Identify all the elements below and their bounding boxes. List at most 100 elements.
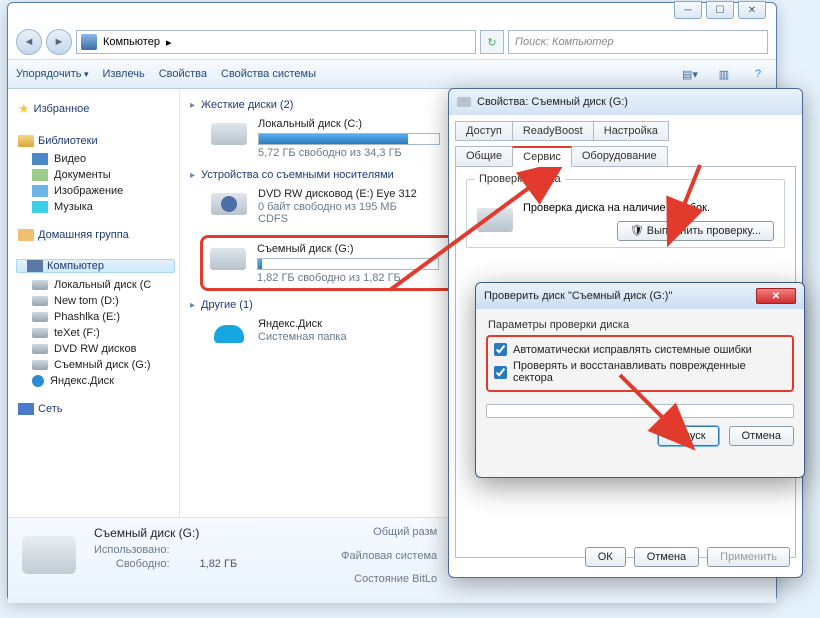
check-disk-dialog: Проверить диск "Съемный диск (G:)" ✕ Пар… <box>475 282 805 478</box>
sidebar-item-music[interactable]: Музыка <box>18 199 175 215</box>
search-placeholder: Поиск: Компьютер <box>515 36 614 48</box>
disk-icon <box>32 296 48 306</box>
disk-icon <box>32 328 48 338</box>
libraries-icon <box>18 135 34 147</box>
disk-icon <box>457 97 471 107</box>
refresh-button[interactable]: ↻ <box>480 30 504 54</box>
checkbox-scan-sectors[interactable] <box>494 366 507 379</box>
details-label: Файловая система <box>341 550 437 572</box>
sidebar-item-phashlka[interactable]: Phashlka (E:) <box>18 309 175 325</box>
check-options-legend: Параметры проверки диска <box>488 319 794 331</box>
sidebar-favorites[interactable]: ★Избранное <box>18 101 175 117</box>
optical-drive-icon <box>208 187 250 221</box>
search-input[interactable]: Поиск: Компьютер <box>508 30 768 54</box>
sidebar-item-yadisk[interactable]: Яндекс.Диск <box>18 373 175 389</box>
star-icon: ★ <box>18 101 30 117</box>
sidebar-item-video[interactable]: Видео <box>18 151 175 167</box>
nav-back-button[interactable]: ◄ <box>16 29 42 55</box>
removable-drive-icon <box>207 242 249 276</box>
opt-fix-errors[interactable]: Автоматически исправлять системные ошибк… <box>494 341 786 358</box>
apply-button[interactable]: Применить <box>707 547 790 567</box>
progress-bar <box>486 404 794 418</box>
details-label: Использовано: <box>94 544 170 556</box>
details-label: Свободно: <box>94 558 170 570</box>
network-icon <box>18 403 34 415</box>
details-drive-icon <box>22 526 80 584</box>
disk-icon <box>32 312 48 322</box>
group-legend: Проверка диска <box>475 173 565 185</box>
details-label: Общий разм <box>341 526 437 548</box>
tb-organize[interactable]: Упорядочить <box>16 68 89 80</box>
disk-check-icon <box>477 208 513 232</box>
close-button[interactable]: ✕ <box>756 288 796 304</box>
tb-props[interactable]: Свойства <box>159 68 207 80</box>
sidebar-libraries[interactable]: Библиотеки <box>18 135 175 147</box>
sidebar-item-texet[interactable]: teXet (F:) <box>18 325 175 341</box>
details-value: 1,82 ГБ <box>200 558 238 570</box>
check-disk-titlebar[interactable]: Проверить диск "Съемный диск (G:)" ✕ <box>476 283 804 309</box>
sidebar: ★Избранное Библиотеки Видео Документы Из… <box>8 89 180 517</box>
tab-general[interactable]: Общие <box>455 146 513 167</box>
hdd-icon <box>208 117 250 151</box>
run-check-button[interactable]: 🛡 Выполнить проверку... <box>617 221 774 241</box>
close-icon[interactable] <box>754 94 794 110</box>
preview-pane-button[interactable]: ▥ <box>714 64 734 84</box>
tb-sysprops[interactable]: Свойства системы <box>221 68 316 80</box>
tabs-row-1: Доступ ReadyBoost Настройка <box>449 115 802 140</box>
address-arrow: ▸ <box>166 36 172 49</box>
sidebar-homegroup[interactable]: Домашняя группа <box>18 229 175 241</box>
documents-icon <box>32 169 48 181</box>
tabs-row-2: Общие Сервис Оборудование <box>449 140 802 166</box>
images-icon <box>32 185 48 197</box>
sidebar-network[interactable]: Сеть <box>18 403 175 415</box>
details-label: Состояние BitLo <box>341 573 437 595</box>
disk-icon <box>32 280 48 290</box>
sidebar-item-images[interactable]: Изображение <box>18 183 175 199</box>
sidebar-item-dvd[interactable]: DVD RW дисков <box>18 341 175 357</box>
help-button[interactable]: ? <box>748 64 768 84</box>
yadisk-icon <box>32 375 44 387</box>
close-button[interactable]: ✕ <box>738 1 766 19</box>
view-mode-button[interactable]: ▤▾ <box>680 64 700 84</box>
tab-customize[interactable]: Настройка <box>593 121 669 141</box>
minimize-button[interactable]: ─ <box>674 1 702 19</box>
sidebar-item-newtom[interactable]: New tom (D:) <box>18 293 175 309</box>
video-icon <box>32 153 48 165</box>
maximize-button[interactable]: ☐ <box>706 1 734 19</box>
sidebar-item-removable-g[interactable]: Съемный диск (G:) <box>18 357 175 373</box>
disk-icon <box>32 360 48 370</box>
check-options-highlighted: Автоматически исправлять системные ошибк… <box>486 335 794 392</box>
tab-tools[interactable]: Сервис <box>512 146 572 167</box>
computer-icon <box>81 34 97 50</box>
sidebar-item-documents[interactable]: Документы <box>18 167 175 183</box>
cancel-button[interactable]: Отмена <box>729 426 794 446</box>
tab-readyboost[interactable]: ReadyBoost <box>512 121 594 141</box>
tab-hardware[interactable]: Оборудование <box>571 146 668 167</box>
address-bar[interactable]: Компьютер ▸ <box>76 30 476 54</box>
toolbar: Упорядочить Извлечь Свойства Свойства си… <box>8 59 776 89</box>
tab-access[interactable]: Доступ <box>455 121 513 141</box>
details-value <box>200 544 238 556</box>
properties-titlebar[interactable]: Свойства: Съемный диск (G:) <box>449 89 802 115</box>
ok-button[interactable]: ОК <box>585 547 626 567</box>
check-disk-group: Проверка диска Проверка диска на наличие… <box>466 179 785 248</box>
sidebar-item-local-c[interactable]: Локальный диск (C <box>18 277 175 293</box>
opt-scan-sectors[interactable]: Проверять и восстанавливать поврежденные… <box>494 358 786 386</box>
start-button[interactable]: Запуск <box>658 426 718 446</box>
capacity-bar <box>257 258 439 270</box>
check-desc: Проверка диска на наличие ошибок. <box>523 202 774 214</box>
address-text: Компьютер <box>103 36 160 48</box>
nav-forward-button[interactable]: ► <box>46 29 72 55</box>
checkbox-fix-errors[interactable] <box>494 343 507 356</box>
check-disk-title-text: Проверить диск "Съемный диск (G:)" <box>484 290 672 302</box>
sidebar-computer[interactable]: Компьютер <box>16 259 175 273</box>
optical-icon <box>32 344 48 354</box>
cancel-button[interactable]: Отмена <box>634 547 699 567</box>
music-icon <box>32 201 48 213</box>
homegroup-icon <box>18 229 34 241</box>
capacity-bar <box>258 133 440 145</box>
yadisk-large-icon <box>208 317 250 351</box>
properties-title-text: Свойства: Съемный диск (G:) <box>477 96 628 108</box>
computer-icon <box>27 260 43 272</box>
tb-extract[interactable]: Извлечь <box>103 68 145 80</box>
